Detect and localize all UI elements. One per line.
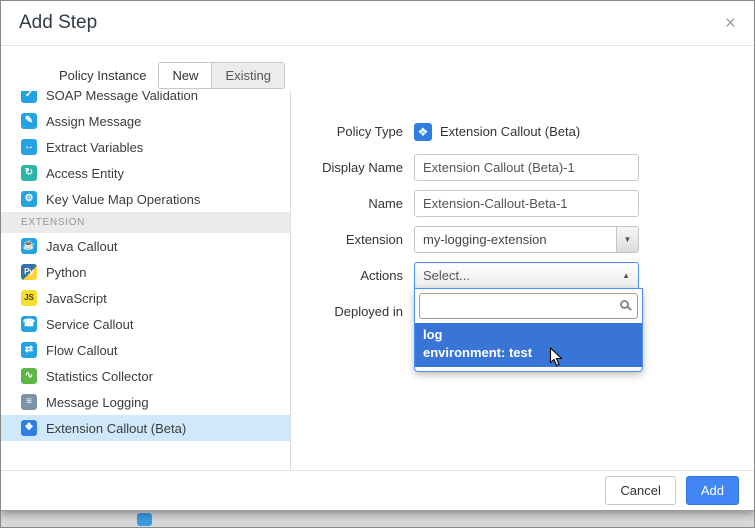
list-item-key-value-map-operations[interactable]: ⚙ Key Value Map Operations xyxy=(1,186,290,212)
list-item-label: Statistics Collector xyxy=(46,369,153,384)
list-item-label: Service Callout xyxy=(46,317,133,332)
actions-select-placeholder: Select... xyxy=(423,268,470,283)
log-icon: ≡ xyxy=(21,394,37,410)
list-item-assign-message[interactable]: ✎ Assign Message xyxy=(1,108,290,134)
list-item-label: Java Callout xyxy=(46,239,118,254)
list-item-service-callout[interactable]: ☎ Service Callout xyxy=(1,311,290,337)
modal-header: Add Step × xyxy=(1,1,754,46)
close-icon[interactable]: × xyxy=(725,14,736,33)
java-icon: ☕ xyxy=(21,238,37,254)
policy-instance-row: Policy Instance New Existing xyxy=(59,61,754,89)
search-icon xyxy=(620,300,629,309)
dropdown-search-input[interactable] xyxy=(419,293,638,319)
extension-icon: ❖ xyxy=(414,123,432,141)
display-name-label: Display Name xyxy=(301,154,403,181)
policy-type-row: Policy Type ❖ Extension Callout (Beta) xyxy=(301,118,751,145)
modal-title: Add Step xyxy=(19,12,97,34)
option-title: log xyxy=(423,326,634,344)
refresh-icon: ↻ xyxy=(21,165,37,181)
dropdown-search xyxy=(419,293,638,319)
actions-dropdown-panel: log environment: test xyxy=(414,288,643,372)
list-item-label: Access Entity xyxy=(46,166,124,181)
background-proxy-icon xyxy=(137,513,152,526)
extract-icon: ↔ xyxy=(21,139,37,155)
add-button[interactable]: Add xyxy=(686,476,739,505)
list-item-flow-callout[interactable]: ⇄ Flow Callout xyxy=(1,337,290,363)
background-page xyxy=(1,510,754,527)
list-item-label: Extract Variables xyxy=(46,140,143,155)
list-item-extension-callout-beta[interactable]: ❖ Extension Callout (Beta) xyxy=(1,415,290,441)
extension-select-value: my-logging-extension xyxy=(415,232,555,247)
add-step-modal: Add Step × Policy Instance New Existing … xyxy=(1,1,754,511)
dropdown-option-log[interactable]: log environment: test xyxy=(415,323,642,367)
policy-form: Policy Type ❖ Extension Callout (Beta) D… xyxy=(301,118,751,334)
list-item-python[interactable]: Py Python xyxy=(1,259,290,285)
actions-row: Actions Select... ▲ log environment: tes… xyxy=(301,262,751,289)
phone-icon: ☎ xyxy=(21,316,37,332)
modal-footer: Cancel Add xyxy=(1,470,754,510)
dropdown-options: log environment: test xyxy=(415,323,642,367)
extension-row: Extension my-logging-extension ▼ xyxy=(301,226,751,253)
policy-instance-toggle: New Existing xyxy=(158,62,285,89)
list-item-message-logging[interactable]: ≡ Message Logging xyxy=(1,389,290,415)
name-input[interactable] xyxy=(414,190,639,217)
policy-type-value: ❖ Extension Callout (Beta) xyxy=(414,118,580,145)
toggle-existing-button[interactable]: Existing xyxy=(211,63,284,88)
list-item-soap-message-validation[interactable]: ✓ SOAP Message Validation xyxy=(1,91,290,108)
list-item-javascript[interactable]: JS JavaScript xyxy=(1,285,290,311)
python-icon: Py xyxy=(21,264,37,280)
check-icon: ✓ xyxy=(21,91,37,103)
list-item-label: Flow Callout xyxy=(46,343,118,358)
pencil-icon: ✎ xyxy=(21,113,37,129)
list-item-label: JavaScript xyxy=(46,291,107,306)
list-item-label: SOAP Message Validation xyxy=(46,91,198,103)
screen: Add Step × Policy Instance New Existing … xyxy=(0,0,755,528)
list-item-label: Assign Message xyxy=(46,114,141,129)
list-item-label: Message Logging xyxy=(46,395,149,410)
deployed-in-label: Deployed in xyxy=(301,298,403,325)
name-label: Name xyxy=(301,190,403,217)
list-item-extract-variables[interactable]: ↔ Extract Variables xyxy=(1,134,290,160)
javascript-icon: JS xyxy=(21,290,37,306)
policy-list[interactable]: ✓ SOAP Message Validation ✎ Assign Messa… xyxy=(1,91,291,472)
policy-type-text: Extension Callout (Beta) xyxy=(440,124,580,139)
display-name-input[interactable] xyxy=(414,154,639,181)
list-item-label: Key Value Map Operations xyxy=(46,192,200,207)
name-row: Name xyxy=(301,190,751,217)
actions-label: Actions xyxy=(301,262,403,289)
list-item-access-entity[interactable]: ↻ Access Entity xyxy=(1,160,290,186)
list-item-statistics-collector[interactable]: ∿ Statistics Collector xyxy=(1,363,290,389)
key-icon: ⚙ xyxy=(21,191,37,207)
policy-instance-label: Policy Instance xyxy=(59,68,146,83)
toggle-new-button[interactable]: New xyxy=(159,63,211,88)
section-header-extension: EXTENSION xyxy=(1,212,290,233)
list-item-label: Extension Callout (Beta) xyxy=(46,421,186,436)
actions-select[interactable]: Select... ▲ xyxy=(414,262,639,289)
extension-icon: ❖ xyxy=(21,420,37,436)
display-name-row: Display Name xyxy=(301,154,751,181)
chevron-up-icon: ▲ xyxy=(622,271,630,280)
flow-icon: ⇄ xyxy=(21,342,37,358)
extension-select[interactable]: my-logging-extension ▼ xyxy=(414,226,639,253)
policy-type-label: Policy Type xyxy=(301,118,403,145)
chevron-down-icon: ▼ xyxy=(616,227,638,252)
extension-label: Extension xyxy=(301,226,403,253)
option-subtitle: environment: test xyxy=(423,344,634,362)
list-item-java-callout[interactable]: ☕ Java Callout xyxy=(1,233,290,259)
cancel-button[interactable]: Cancel xyxy=(605,476,675,505)
chart-icon: ∿ xyxy=(21,368,37,384)
list-item-label: Python xyxy=(46,265,86,280)
